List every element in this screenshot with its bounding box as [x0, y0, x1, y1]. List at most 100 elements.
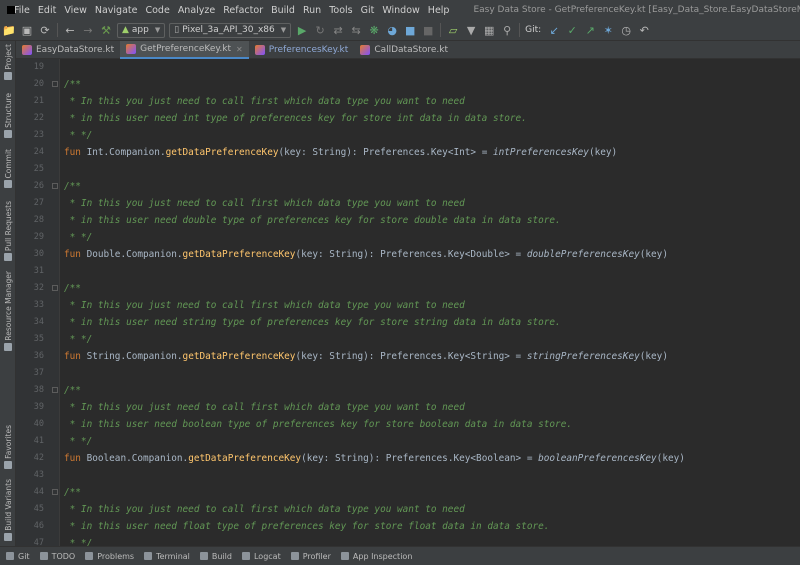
device-manager-icon[interactable]: ▱ [444, 21, 462, 39]
line-number: 29 [33, 232, 44, 242]
code-line-26: /** [64, 181, 81, 192]
side-tab-project[interactable]: Project [0, 44, 16, 80]
tab-calldatastore-kt[interactable]: CallDataStore.kt [354, 41, 454, 59]
line-number: 34 [33, 317, 44, 327]
main-toolbar: 📁 ▣ ⟳ ← → ⚒ ▲ app ▼ ▯ Pixel_3a_API_30_x8… [0, 20, 800, 41]
git-commit-icon[interactable]: ✓ [563, 21, 581, 39]
signature: (key: String): Preferences.Key<Boolean> … [301, 453, 539, 464]
fold-marker-icon[interactable] [52, 81, 58, 87]
git-push-icon[interactable]: ↗ [581, 21, 599, 39]
menu-refactor[interactable]: Refactor [219, 5, 267, 16]
code-line-20: /** [64, 79, 81, 90]
fold-marker-icon[interactable] [52, 387, 58, 393]
bottom-tab-profiler[interactable]: Profiler [290, 552, 331, 561]
structure-icon [4, 129, 12, 138]
git-pull-requests-icon[interactable]: ✶ [599, 21, 617, 39]
apply-changes-icon[interactable]: ⇄ [329, 21, 347, 39]
tab-getpreferencekey-kt[interactable]: GetPreferenceKey.kt ✕ [120, 41, 249, 59]
line-number: 24 [33, 147, 44, 157]
project-structure-icon[interactable]: ▦ [480, 21, 498, 39]
save-all-icon[interactable]: ▣ [18, 21, 36, 39]
open-folder-icon[interactable]: 📁 [0, 21, 18, 39]
fold-marker-icon[interactable] [52, 183, 58, 189]
apply-code-changes-icon[interactable]: ⇆ [347, 21, 365, 39]
run-icon[interactable]: ▶ [293, 21, 311, 39]
hammer-build-icon[interactable]: ⚒ [97, 21, 115, 39]
resource-manager-icon [4, 342, 12, 351]
tab-easydatastore-kt[interactable]: EasyDataStore.kt [16, 41, 120, 59]
terminal-icon [144, 552, 153, 560]
chevron-down-icon: ▼ [154, 26, 161, 34]
bottom-tab-logcat[interactable]: Logcat [241, 552, 281, 561]
menu-run[interactable]: Run [299, 5, 325, 16]
receiver: Double.Companion. [80, 249, 183, 260]
bottom-tab-app-inspection[interactable]: App Inspection [340, 552, 412, 561]
side-tab-build-variants[interactable]: Build Variants [0, 479, 16, 541]
menu-tools[interactable]: Tools [325, 5, 356, 16]
line-number-gutter: 19 20 21 22 23 24 25 26 27 28 29 30 31 3… [16, 59, 60, 546]
side-tab-pull-requests[interactable]: Pull Requests [0, 201, 16, 262]
menu-help[interactable]: Help [424, 5, 454, 16]
line-number: 19 [33, 62, 44, 72]
keyword: fun [64, 147, 81, 158]
fold-marker-icon[interactable] [52, 285, 58, 291]
bottom-tab-todo[interactable]: TODO [39, 552, 75, 561]
rerun-icon[interactable]: ↻ [311, 21, 329, 39]
line-number: 44 [33, 487, 44, 497]
tab-preferenceskey-kt[interactable]: PreferencesKey.kt [249, 41, 355, 59]
side-tab-label: Structure [3, 93, 13, 128]
stop-icon[interactable]: ■ [419, 21, 437, 39]
bottom-tab-terminal[interactable]: Terminal [144, 552, 190, 561]
code-line-28: * in this user need double type of prefe… [64, 215, 561, 226]
call-args: (key) [656, 453, 685, 464]
fold-marker-icon[interactable] [52, 489, 58, 495]
menu-edit[interactable]: Edit [34, 5, 60, 16]
git-rollback-icon[interactable]: ↶ [635, 21, 653, 39]
menu-git[interactable]: Git [357, 5, 379, 16]
back-arrow-icon[interactable]: ← [61, 21, 79, 39]
line-number: 37 [33, 368, 44, 378]
bottom-tab-label: Git [18, 551, 30, 561]
git-update-icon[interactable]: ↙ [545, 21, 563, 39]
search-everywhere-icon[interactable]: ⚲ [498, 21, 516, 39]
menu-analyze[interactable]: Analyze [174, 5, 219, 16]
menu-build[interactable]: Build [267, 5, 299, 16]
side-tab-favorites[interactable]: Favorites [0, 425, 16, 469]
side-tab-commit[interactable]: Commit [0, 149, 16, 189]
menu-window[interactable]: Window [378, 5, 423, 16]
line-number: 35 [33, 334, 44, 344]
side-tab-label: Resource Manager [3, 271, 13, 341]
git-history-icon[interactable]: ◷ [617, 21, 635, 39]
call-name: doublePreferencesKey [526, 249, 640, 260]
attach-debugger-icon[interactable]: ■ [401, 21, 419, 39]
tab-label: CallDataStore.kt [374, 45, 448, 55]
bottom-tab-problems[interactable]: Problems [85, 552, 134, 561]
tab-label: GetPreferenceKey.kt [140, 44, 232, 54]
close-icon[interactable]: ✕ [236, 45, 243, 54]
code-editor[interactable]: 19 20 21 22 23 24 25 26 27 28 29 30 31 3… [16, 59, 800, 546]
forward-arrow-icon[interactable]: → [79, 21, 97, 39]
bottom-tool-bar: Git TODO Problems Terminal Build Logcat … [0, 546, 800, 565]
side-tab-label: Build Variants [3, 479, 13, 531]
menu-navigate[interactable]: Navigate [91, 5, 142, 16]
side-tab-resource-manager[interactable]: Resource Manager [0, 271, 16, 351]
toolbar-separator [440, 23, 442, 37]
receiver: String.Companion. [80, 351, 183, 362]
build-variants-icon [4, 532, 12, 541]
run-configuration-dropdown[interactable]: ▲ app ▼ [117, 22, 166, 38]
receiver: Int.Companion. [80, 147, 166, 158]
folder-icon [4, 71, 12, 80]
bottom-tab-git[interactable]: Git [6, 552, 30, 561]
app-inspection-icon [340, 552, 349, 560]
code-line-33: * In this you just need to call first wh… [64, 300, 465, 311]
side-tab-structure[interactable]: Structure [0, 93, 16, 138]
bottom-tab-build[interactable]: Build [199, 552, 232, 561]
debug-icon[interactable]: ❋ [365, 21, 383, 39]
menu-view[interactable]: View [60, 5, 91, 16]
device-dropdown[interactable]: ▯ Pixel_3a_API_30_x86 ▼ [169, 22, 292, 38]
receiver: Boolean.Companion. [80, 453, 189, 464]
profile-icon[interactable]: ◕ [383, 21, 401, 39]
sync-icon[interactable]: ⟳ [36, 21, 54, 39]
menu-code[interactable]: Code [141, 5, 173, 16]
sdk-manager-icon[interactable]: ▼ [462, 21, 480, 39]
